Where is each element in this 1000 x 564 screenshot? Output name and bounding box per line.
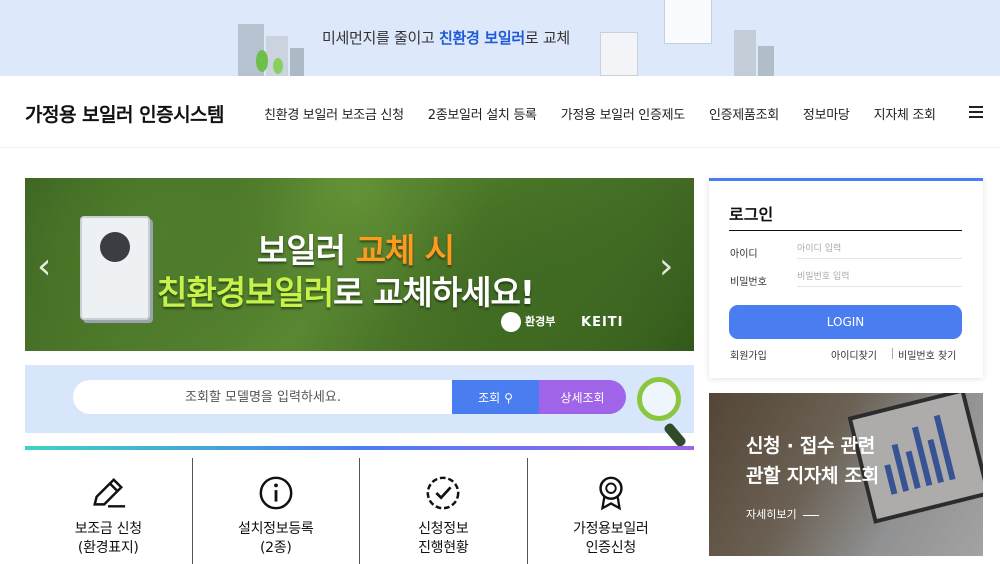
quick-label-3: 신청정보 [418,521,469,537]
quick-label-1: 보조금 신청 [74,521,142,537]
main-nav: 친환경 보일러 보조금 신청 2종보일러 설치 등록 가정용 보일러 인증제도 … [264,104,936,123]
check-circle-icon [426,476,460,510]
building-illustration [758,46,774,76]
top-promo-banner[interactable]: 미세먼지를 줄이고 친환경 보일러로 교체 [0,0,1000,76]
quick-install-register[interactable]: 설치정보등록 (2종) [193,458,360,564]
ministry-logo: 환경부 [501,312,555,332]
hero-headline-2: 친환경보일러로 교체하세요! [157,273,535,312]
control-panel-illustration [664,0,712,44]
quick-label-2: 설치정보등록 [238,521,314,537]
nav-certification-system[interactable]: 가정용 보일러 인증제도 [561,104,686,123]
card-more-link[interactable]: 자세히보기 [746,506,819,522]
id-label: 아이디 [730,249,758,260]
quick-label-1b: (환경표지) [77,540,139,556]
nav-info[interactable]: 정보마당 [803,104,850,123]
site-header: 가정용 보일러 인증시스템 친환경 보일러 보조금 신청 2종보일러 설치 등록… [0,76,1000,148]
login-title: 로그인 [729,201,962,231]
tree-illustration [273,58,283,74]
quick-progress-status[interactable]: 신청정보 진행현황 [360,458,528,564]
model-search-input[interactable] [73,380,453,414]
building-illustration [734,30,756,76]
arrow-right-icon [802,514,819,516]
nav-subsidy[interactable]: 친환경 보일러 보조금 신청 [264,104,404,123]
detail-search-button[interactable]: 상세조회 [539,380,626,414]
chevron-left-icon[interactable]: ‹ [37,246,51,287]
pencil-icon [93,477,126,508]
hero-headline-1: 보일러 교체 시 [257,231,455,270]
boiler-illustration [600,32,638,76]
chevron-right-icon[interactable]: › [659,246,673,287]
local-gov-lookup-card[interactable]: 신청 · 접수 관련 관할 지자체 조회 자세히보기 [709,393,983,556]
nav-product-lookup[interactable]: 인증제품조회 [709,104,779,123]
login-panel: 로그인 아이디 비밀번호 LOGIN 회원가입 아이디찾기 비밀번호 찾기 [709,178,983,378]
site-logo[interactable]: 가정용 보일러 인증시스템 [25,100,225,127]
find-password-link[interactable]: 비밀번호 찾기 [898,347,956,362]
quick-label-3b: 진행현황 [418,540,469,556]
keiti-logo: KEITI [581,315,624,330]
nav-install-register[interactable]: 2종보일러 설치 등록 [428,104,537,123]
card-title-1: 신청 · 접수 관련 [746,435,875,457]
model-search-section: 조회 ⚲ 상세조회 [25,365,694,433]
quick-label-4b: 인증신청 [585,540,637,556]
login-button[interactable]: LOGIN [729,305,962,339]
quick-menu: 보조금 신청 (환경표지) 설치정보등록 (2종) 신청정보 진행현황 가정용보… [25,446,694,564]
password-label: 비밀번호 [730,277,767,288]
hamburger-icon[interactable] [969,106,983,118]
info-icon [259,476,293,510]
card-title-2: 관할 지자체 조회 [746,465,879,487]
signup-link[interactable]: 회원가입 [730,347,767,362]
nav-local-gov[interactable]: 지자체 조회 [874,104,936,123]
search-button[interactable]: 조회 ⚲ [452,380,539,414]
hero-slider[interactable]: 보일러 교체 시 친환경보일러로 교체하세요! ‹ › 환경부 KEITI [25,178,694,351]
magnifier-illustration-icon [637,377,681,421]
quick-cert-apply[interactable]: 가정용보일러 인증신청 [528,458,695,564]
boiler-product-image [80,216,150,320]
quick-label-4: 가정용보일러 [573,521,649,537]
tree-illustration [256,50,268,72]
search-icon: ⚲ [504,390,513,405]
quick-subsidy-apply[interactable]: 보조금 신청 (환경표지) [25,458,193,564]
password-input[interactable] [797,267,962,287]
promo-text: 미세먼지를 줄이고 친환경 보일러로 교체 [322,29,570,47]
award-badge-icon [599,476,623,511]
quick-label-2b: (2종) [259,540,292,556]
id-input[interactable] [797,239,962,259]
building-illustration [290,48,304,76]
link-divider [892,348,893,359]
find-id-link[interactable]: 아이디찾기 [831,347,877,362]
